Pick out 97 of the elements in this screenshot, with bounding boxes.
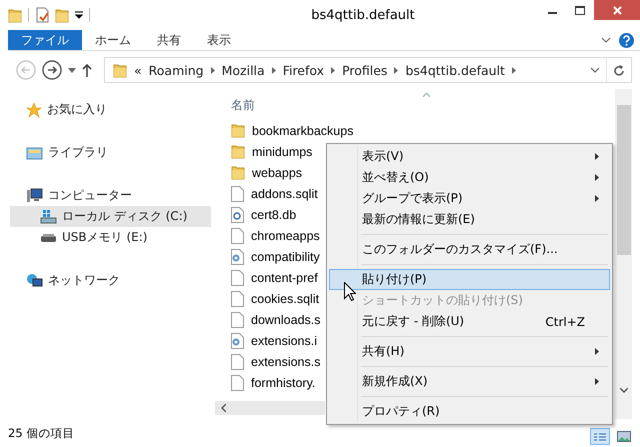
folder-icon xyxy=(231,123,245,138)
image-icon xyxy=(617,431,631,442)
file-name[interactable]: minidumps xyxy=(252,144,312,158)
network-icon xyxy=(26,273,43,288)
submenu-arrow-icon xyxy=(595,378,599,385)
new-folder-icon[interactable] xyxy=(55,8,69,22)
folder-icon xyxy=(8,8,22,22)
computer-icon xyxy=(26,188,43,203)
shortcut-label: Ctrl+Z xyxy=(545,314,585,328)
drive-icon xyxy=(40,209,57,224)
file-name[interactable]: content-pref xyxy=(251,270,318,284)
ribbon-tab[interactable]: 表示 xyxy=(194,30,244,50)
library-icon xyxy=(26,145,43,160)
chevron-icon[interactable] xyxy=(210,66,215,74)
menu-item[interactable]: プロパティ(R) xyxy=(329,401,610,422)
dropdown-icon[interactable] xyxy=(75,11,83,19)
scroll-left-icon[interactable] xyxy=(221,404,226,412)
chevron-icon[interactable] xyxy=(272,66,276,74)
history-dropdown-icon[interactable] xyxy=(590,67,600,73)
scroll-down-icon[interactable] xyxy=(620,388,628,393)
menu-item[interactable]: グループで表示(P) xyxy=(329,188,610,209)
properties-icon[interactable] xyxy=(35,7,49,23)
breadcrumb[interactable]: Mozilla xyxy=(222,62,265,78)
file-name[interactable]: chromeapps xyxy=(251,228,320,242)
breadcrumb[interactable]: bs4qttib.default xyxy=(405,62,505,78)
settings-file-icon xyxy=(231,332,244,348)
star-icon xyxy=(26,102,42,118)
item-count: 25 個の項目 xyxy=(8,426,74,440)
vertical-scrollbar[interactable] xyxy=(615,89,632,419)
menu-item[interactable]: 表示(V) xyxy=(329,146,610,167)
file-icon xyxy=(231,228,244,244)
submenu-arrow-icon xyxy=(595,195,599,202)
file-name[interactable]: addons.sqlit xyxy=(251,186,318,200)
file-icon xyxy=(231,186,244,202)
submenu-arrow-icon xyxy=(595,153,599,160)
overflow-crumbs[interactable]: « xyxy=(134,62,142,78)
close-button[interactable] xyxy=(594,0,640,20)
file-name[interactable]: extensions.i xyxy=(251,334,318,348)
settings-file-icon xyxy=(231,248,244,264)
folder-icon xyxy=(113,62,127,78)
menu-item[interactable]: このフォルダーのカスタマイズ(F)... xyxy=(329,239,610,260)
file-icon xyxy=(231,290,244,306)
file-icon xyxy=(231,374,244,390)
expand-ribbon-icon[interactable] xyxy=(601,37,611,43)
window-title: bs4qttib.default xyxy=(310,8,416,22)
maximize-icon xyxy=(575,6,585,14)
column-header[interactable]: 名前 xyxy=(231,97,255,115)
ribbon-tab[interactable]: 共有 xyxy=(144,30,194,50)
menu-item[interactable]: 最新の情報に更新(E) xyxy=(329,209,610,230)
file-icon xyxy=(231,312,244,328)
details-view-button[interactable] xyxy=(590,428,610,445)
breadcrumb[interactable]: Profiles xyxy=(342,62,388,78)
submenu-arrow-icon xyxy=(595,174,599,181)
list-icon xyxy=(594,432,606,440)
file-name[interactable]: cert8.db xyxy=(251,208,296,222)
file-name[interactable]: bookmarkbackups xyxy=(252,124,354,138)
menu-item[interactable]: 元に戻す - 削除(U) Ctrl+Z xyxy=(329,311,610,332)
refresh-icon[interactable] xyxy=(613,64,625,76)
icons-view-button[interactable] xyxy=(614,428,634,445)
breadcrumb[interactable]: Roaming xyxy=(148,62,204,78)
menu-item[interactable]: 共有(H) xyxy=(329,341,610,362)
drive-icon xyxy=(40,232,57,242)
ribbon-tab[interactable]: ファイル xyxy=(8,30,82,50)
file-name[interactable]: downloads.s xyxy=(251,312,320,326)
file-name[interactable]: webapps xyxy=(252,166,302,180)
sidebar-item[interactable]: コンピューター xyxy=(10,185,211,206)
certificate-file-icon xyxy=(231,206,244,222)
file-icon xyxy=(231,354,244,370)
file-icon xyxy=(231,270,244,286)
menu-item[interactable]: 新規作成(X) xyxy=(329,371,610,392)
folder-icon xyxy=(231,165,245,180)
breadcrumb[interactable]: Firefox xyxy=(282,62,324,78)
up-arrow-icon[interactable] xyxy=(82,64,92,76)
mouse-cursor-icon xyxy=(344,282,356,301)
menu-item[interactable]: 並べ替え(O) xyxy=(329,167,610,188)
ribbon-tab[interactable]: ホーム xyxy=(82,30,144,50)
file-name[interactable]: compatibility xyxy=(251,250,320,264)
sidebar-item[interactable]: ライブラリ xyxy=(10,142,211,163)
help-icon[interactable] xyxy=(619,32,634,48)
recent-locations-icon[interactable] xyxy=(68,68,76,72)
sidebar-item[interactable]: ローカル ディスク (C:) xyxy=(10,206,211,227)
forward-button[interactable] xyxy=(42,60,62,80)
horizontal-scrollbar[interactable] xyxy=(215,401,325,415)
sidebar-item[interactable]: USBメモリ (E:) xyxy=(10,227,211,248)
chevron-icon[interactable] xyxy=(331,66,336,74)
folder-icon xyxy=(231,144,245,159)
submenu-arrow-icon xyxy=(595,348,599,355)
sidebar-item[interactable]: ネットワーク xyxy=(10,270,211,291)
close-icon xyxy=(612,6,622,14)
chevron-icon[interactable] xyxy=(394,66,398,74)
file-name[interactable]: cookies.sqlit xyxy=(251,292,320,306)
file-name[interactable]: formhistory. xyxy=(251,376,316,390)
sidebar-item[interactable]: お気に入り xyxy=(10,99,211,120)
file-name[interactable]: extensions.s xyxy=(251,354,320,368)
menu-item[interactable]: 貼り付け(P) xyxy=(329,269,610,290)
chevron-icon[interactable] xyxy=(512,66,516,74)
address-bar[interactable]: « Roaming Mozilla Firefox Profiles bs4qttib.default xyxy=(104,57,632,83)
